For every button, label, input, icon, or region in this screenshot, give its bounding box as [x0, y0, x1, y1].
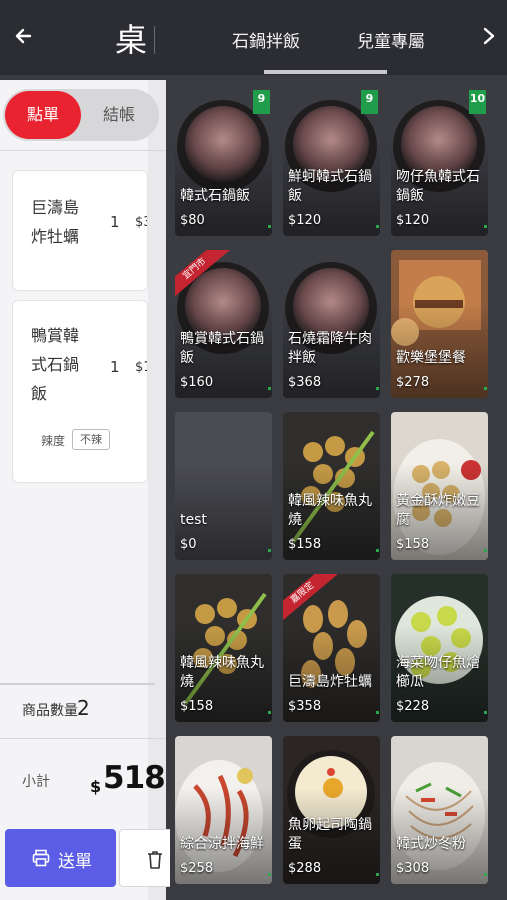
product-name: 鴨賞韓式石鍋飯: [180, 331, 264, 366]
product-card[interactable]: 歡樂堡堡餐 $278: [391, 250, 488, 398]
status-dot: [484, 225, 487, 228]
product-card[interactable]: 9 韓式石鍋飯 $80: [175, 88, 272, 236]
product-price: $368: [288, 375, 322, 390]
pos-screen: 桌 石鍋拌飯 兒童專屬 點單 結帳 巨濤島炸牡蠣 1 $358 鴨賞韓式石鍋飯 …: [0, 0, 507, 900]
product-card[interactable]: 10 吻仔魚韓式石鍋飯 $120: [391, 88, 488, 236]
stock-badge: 9: [253, 90, 270, 114]
status-dot: [268, 711, 271, 714]
order-item[interactable]: 鴨賞韓式石鍋飯 1 $160 辣度 不辣: [12, 300, 148, 483]
product-card[interactable]: 海菜吻仔魚燴櫛瓜 $228: [391, 574, 488, 722]
clear-order-button[interactable]: [119, 829, 175, 887]
order-item-qty: 1: [110, 213, 120, 231]
order-tab-button[interactable]: 點單: [5, 91, 81, 139]
subtotal-label: 小計: [22, 774, 50, 790]
status-dot: [484, 387, 487, 390]
product-name: 韓式炒冬粉: [396, 836, 466, 852]
status-dot: [376, 387, 379, 390]
status-dot: [268, 225, 271, 228]
product-name: 韓風辣味魚丸燒: [288, 493, 372, 528]
product-card[interactable]: 韓風辣味魚丸燒 $158: [283, 412, 380, 560]
status-dot: [268, 873, 271, 876]
product-price: $358: [288, 699, 322, 714]
product-price: $120: [288, 213, 322, 228]
status-dot: [268, 549, 271, 552]
top-bar: 桌 石鍋拌飯 兒童專屬: [0, 0, 507, 75]
product-name: 魚卵起司陶鍋蛋: [288, 817, 372, 852]
product-name: 吻仔魚韓式石鍋飯: [396, 169, 480, 204]
product-name: 韓風辣味魚丸燒: [180, 655, 264, 690]
product-card[interactable]: 綜合涼拌海鮮 $258: [175, 736, 272, 884]
product-card[interactable]: 韓風辣味魚丸燒 $158: [175, 574, 272, 722]
option-tag: 不辣: [72, 429, 110, 450]
chevron-right-icon[interactable]: [476, 22, 502, 50]
order-item-name: 鴨賞韓式石鍋飯: [31, 326, 80, 403]
product-price: $160: [180, 375, 214, 390]
product-name: 鮮蚵韓式石鍋飯: [288, 169, 372, 204]
status-dot: [484, 549, 487, 552]
product-name: 黃金酥炸嫩豆腐: [396, 493, 480, 528]
status-dot: [376, 873, 379, 876]
product-price: $278: [396, 375, 430, 390]
product-name: 韓式石鍋飯: [180, 188, 250, 204]
product-name: 巨濤島炸牡蠣: [288, 674, 372, 690]
product-price: $228: [396, 699, 430, 714]
product-card[interactable]: 宜門市 鴨賞韓式石鍋飯 $160: [175, 250, 272, 398]
order-item-price: $358: [135, 215, 147, 230]
product-grid: 9 韓式石鍋飯 $80 9 鮮蚵韓式石鍋飯 $120 10 吻仔魚韓式石鍋飯 $120 宜門市 鴨賞…: [170, 80, 507, 900]
status-dot: [376, 549, 379, 552]
product-name: 綜合涼拌海鮮: [180, 836, 264, 852]
panel-divider: [0, 150, 166, 151]
status-dot: [376, 711, 379, 714]
status-dot: [268, 387, 271, 390]
trash-icon: [148, 851, 162, 869]
item-count-value: 2: [77, 696, 90, 720]
subtotal-currency: $: [90, 777, 102, 796]
product-price: $80: [180, 213, 205, 228]
printer-icon: [32, 849, 50, 867]
product-card[interactable]: 嘉限定 巨濤島炸牡蠣 $358: [283, 574, 380, 722]
product-name: 歡樂堡堡餐: [396, 350, 466, 366]
stock-badge: 10: [469, 90, 486, 114]
active-tab-indicator: [264, 70, 387, 74]
product-price: $258: [180, 861, 214, 876]
product-price: $158: [288, 537, 322, 552]
status-dot: [484, 711, 487, 714]
product-card[interactable]: 黃金酥炸嫩豆腐 $158: [391, 412, 488, 560]
option-label: 辣度: [41, 434, 66, 448]
status-dot: [484, 873, 487, 876]
order-item-qty: 1: [110, 358, 120, 376]
item-count-label: 商品數量: [22, 703, 78, 719]
order-item-price: $160: [135, 360, 147, 375]
product-price: $158: [180, 699, 214, 714]
order-item[interactable]: 巨濤島炸牡蠣 1 $358: [12, 170, 148, 291]
product-card[interactable]: 魚卵起司陶鍋蛋 $288: [283, 736, 380, 884]
product-card[interactable]: 9 鮮蚵韓式石鍋飯 $120: [283, 88, 380, 236]
tab-kids[interactable]: 兒童專屬: [357, 27, 425, 52]
panel-divider: [0, 738, 166, 739]
back-arrow-icon[interactable]: [10, 22, 38, 50]
product-card[interactable]: 韓式炒冬粉 $308: [391, 736, 488, 884]
send-order-label: 送單: [58, 852, 92, 872]
product-price: $288: [288, 861, 322, 876]
send-order-button[interactable]: 送單: [5, 829, 116, 887]
stock-badge: 9: [361, 90, 378, 114]
table-label: 桌: [115, 21, 148, 59]
product-price: $0: [180, 537, 197, 552]
product-price: $308: [396, 861, 430, 876]
product-name: 海菜吻仔魚燴櫛瓜: [396, 655, 480, 690]
product-card[interactable]: test $0: [175, 412, 272, 560]
status-dot: [376, 225, 379, 228]
checkout-tab-button[interactable]: 結帳: [82, 91, 156, 139]
tab-stone-pot-bibimbap[interactable]: 石鍋拌飯: [232, 27, 300, 52]
product-price: $158: [396, 537, 430, 552]
product-name: test: [180, 512, 207, 528]
panel-divider: [0, 683, 155, 685]
subtotal-value: 518: [103, 760, 166, 796]
product-card[interactable]: 石燒霜降牛肉拌飯 $368: [283, 250, 380, 398]
product-price: $120: [396, 213, 430, 228]
header-divider: [154, 26, 155, 54]
product-name: 石燒霜降牛肉拌飯: [288, 331, 372, 366]
order-item-name: 巨濤島炸牡蠣: [31, 198, 80, 246]
